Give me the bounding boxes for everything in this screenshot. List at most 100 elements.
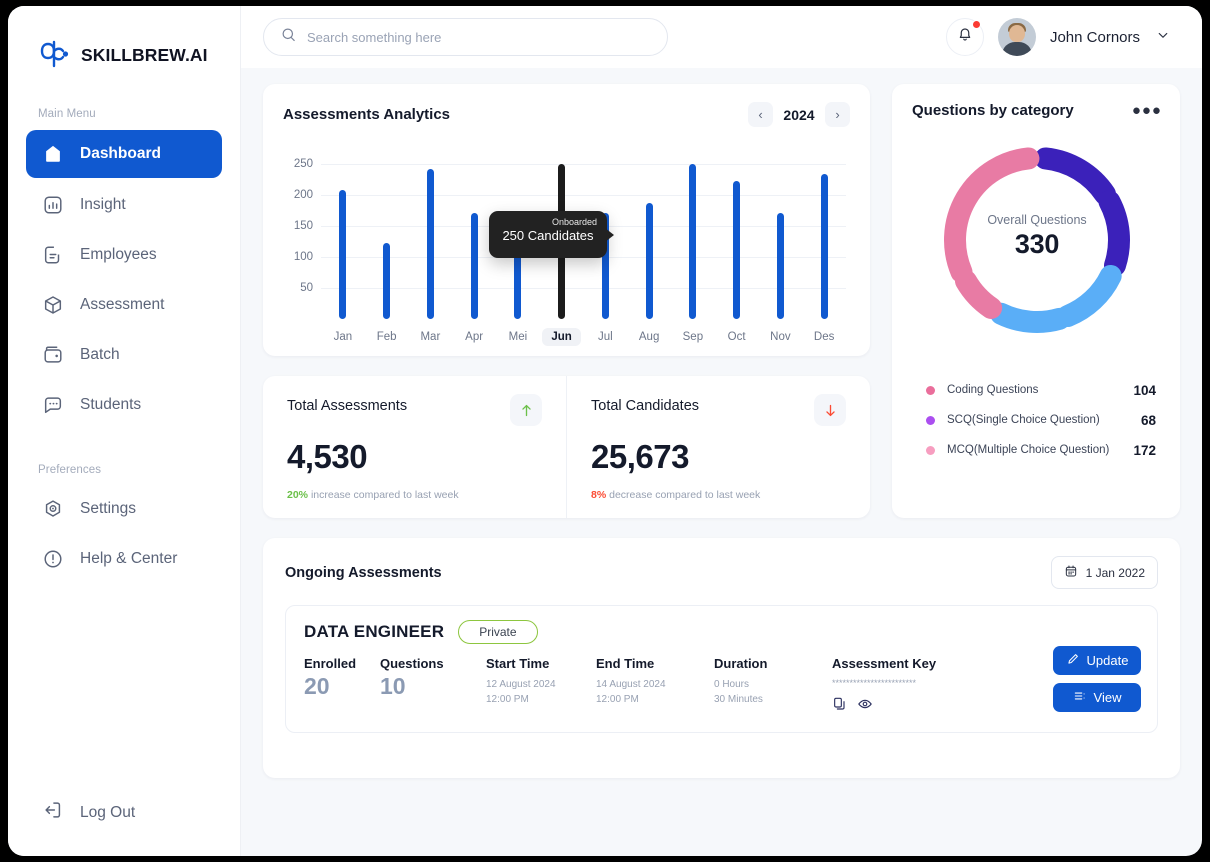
bar-cell[interactable] bbox=[671, 149, 715, 319]
legend-color-dot bbox=[926, 415, 935, 425]
assessment-row[interactable]: DATA ENGINEER Private Enrolled 20 Questi… bbox=[285, 605, 1158, 733]
search-input[interactable] bbox=[307, 29, 651, 45]
search-box[interactable] bbox=[263, 18, 668, 56]
copy-icon[interactable] bbox=[832, 696, 848, 717]
ongoing-header: Ongoing Assessments 1 Jan 2022 bbox=[285, 556, 1158, 589]
donut-segment[interactable] bbox=[954, 270, 1003, 319]
sidebar-item-assessment[interactable]: Assessment bbox=[26, 282, 222, 328]
month-label[interactable]: Sep bbox=[674, 328, 712, 346]
logout-label: Log Out bbox=[80, 803, 136, 821]
bar-cell[interactable] bbox=[409, 149, 453, 319]
month-cell[interactable]: Jul bbox=[584, 328, 628, 346]
month-cell[interactable]: Sep bbox=[671, 328, 715, 346]
notification-button[interactable] bbox=[945, 18, 984, 56]
bar[interactable] bbox=[383, 242, 391, 319]
right-column: Questions by category ●●● Overall Questi… bbox=[892, 84, 1180, 518]
bar[interactable] bbox=[426, 168, 434, 319]
bar-cell[interactable] bbox=[759, 149, 803, 319]
chart-month-labels: Jan Feb Mar Apr Mei Jun Jul Aug Sep Oct Nov Des bbox=[321, 328, 846, 346]
sidebar-item-label: Dashboard bbox=[80, 145, 161, 162]
view-label: View bbox=[1093, 690, 1122, 705]
list-icon bbox=[1073, 689, 1087, 706]
month-label[interactable]: Oct bbox=[719, 328, 755, 346]
donut-center-value: 330 bbox=[1014, 229, 1060, 259]
start-date: 12 August 2024 bbox=[486, 679, 556, 690]
bar[interactable] bbox=[776, 212, 784, 319]
month-cell[interactable]: Feb bbox=[365, 328, 409, 346]
bar[interactable] bbox=[470, 212, 478, 319]
assessments-analytics-card: Assessments Analytics ‹ 2024 › Onboarded… bbox=[263, 84, 870, 356]
date-filter-button[interactable]: 1 Jan 2022 bbox=[1050, 556, 1158, 589]
assessment-key-masked: ************************ bbox=[832, 678, 917, 688]
month-label[interactable]: Aug bbox=[630, 328, 668, 346]
month-label[interactable]: Mar bbox=[411, 328, 449, 346]
month-label[interactable]: Jan bbox=[325, 328, 362, 346]
month-cell[interactable]: Jun bbox=[540, 328, 584, 346]
next-year-button[interactable]: › bbox=[825, 102, 850, 127]
donut-header: Questions by category ●●● bbox=[912, 102, 1162, 119]
top-row: Assessments Analytics ‹ 2024 › Onboarded… bbox=[263, 84, 1180, 518]
bell-icon bbox=[956, 26, 974, 49]
avatar[interactable] bbox=[997, 18, 1036, 56]
bar-cell[interactable] bbox=[802, 149, 846, 319]
more-options-icon[interactable]: ●●● bbox=[1132, 102, 1162, 119]
bar-cell[interactable] bbox=[365, 149, 409, 319]
stat-subtext: 8% decrease compared to last week bbox=[591, 489, 846, 501]
sidebar-item-label: Batch bbox=[80, 346, 120, 363]
sidebar-item-insight[interactable]: Insight bbox=[26, 182, 222, 228]
sidebar-item-settings[interactable]: Settings bbox=[26, 486, 222, 532]
questions-by-category-card: Questions by category ●●● Overall Questi… bbox=[892, 84, 1180, 518]
donut-segment[interactable] bbox=[1056, 264, 1122, 328]
month-cell[interactable]: Oct bbox=[715, 328, 759, 346]
bar-cell[interactable] bbox=[627, 149, 671, 319]
legend-value: 172 bbox=[1133, 442, 1156, 458]
legend-value: 104 bbox=[1133, 382, 1156, 398]
assessment-key-actions bbox=[832, 696, 1022, 717]
donut-segment[interactable] bbox=[990, 302, 1071, 333]
month-cell[interactable]: Nov bbox=[759, 328, 803, 346]
sidebar-section-main: Main Menu bbox=[38, 108, 96, 120]
assessment-columns: Enrolled 20 Questions 10 Start Time 12 A… bbox=[304, 656, 1141, 717]
bar[interactable] bbox=[645, 203, 653, 319]
dashboard-content: Assessments Analytics ‹ 2024 › Onboarded… bbox=[241, 68, 1202, 856]
legend-color-dot bbox=[926, 445, 935, 455]
sidebar-item-students[interactable]: Students bbox=[26, 382, 222, 428]
bar[interactable] bbox=[689, 163, 697, 319]
month-cell[interactable]: Mei bbox=[496, 328, 540, 346]
bar[interactable] bbox=[733, 181, 741, 319]
sidebar-item-employees[interactable]: Employees bbox=[26, 232, 222, 278]
month-label[interactable]: Jun bbox=[542, 328, 581, 346]
month-cell[interactable]: Des bbox=[802, 328, 846, 346]
y-axis-tick: 250 bbox=[293, 158, 313, 171]
y-axis-tick: 50 bbox=[300, 282, 313, 295]
update-button[interactable]: Update bbox=[1053, 646, 1141, 675]
column-value: 20 bbox=[304, 673, 330, 699]
month-label[interactable]: Des bbox=[805, 328, 843, 346]
prev-year-button[interactable]: ‹ bbox=[748, 102, 773, 127]
month-cell[interactable]: Aug bbox=[627, 328, 671, 346]
month-cell[interactable]: Jan bbox=[321, 328, 365, 346]
chevron-down-icon[interactable] bbox=[1154, 26, 1172, 49]
month-cell[interactable]: Mar bbox=[409, 328, 453, 346]
month-label[interactable]: Feb bbox=[368, 328, 406, 346]
assessment-title-row: DATA ENGINEER Private bbox=[304, 620, 1141, 644]
eye-icon[interactable] bbox=[857, 696, 873, 717]
logout-button[interactable]: Log Out bbox=[26, 799, 135, 826]
sidebar-item-batch[interactable]: Batch bbox=[26, 332, 222, 378]
bar[interactable] bbox=[820, 173, 828, 319]
month-cell[interactable]: Apr bbox=[452, 328, 496, 346]
month-label[interactable]: Apr bbox=[456, 328, 492, 346]
month-label[interactable]: Jul bbox=[589, 328, 622, 346]
bar-cell[interactable] bbox=[715, 149, 759, 319]
sidebar-item-dashboard[interactable]: Dashboard bbox=[26, 130, 222, 178]
bar-cell[interactable] bbox=[321, 149, 365, 319]
sidebar-item-help-center[interactable]: Help & Center bbox=[26, 536, 222, 582]
column-header: Duration bbox=[714, 656, 768, 671]
bar[interactable] bbox=[339, 190, 347, 319]
month-label[interactable]: Nov bbox=[761, 328, 799, 346]
view-button[interactable]: View bbox=[1053, 683, 1141, 712]
sidebar: SKILLBREW.AI Main Menu Dashboard Insight bbox=[8, 6, 241, 856]
month-label[interactable]: Mei bbox=[500, 328, 537, 346]
donut-segment[interactable] bbox=[1034, 147, 1116, 206]
pencil-icon bbox=[1066, 652, 1080, 669]
